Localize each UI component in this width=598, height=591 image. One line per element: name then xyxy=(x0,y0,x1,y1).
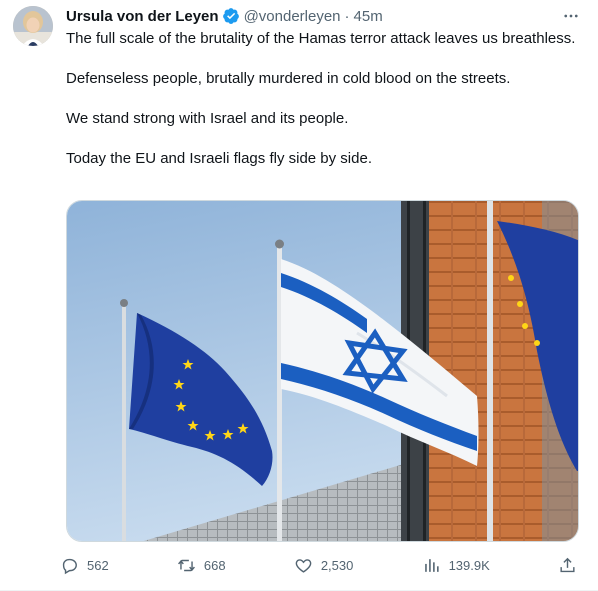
author-handle[interactable]: @vonderleyen xyxy=(244,8,341,25)
heart-icon xyxy=(295,558,312,573)
views-chart-icon xyxy=(424,558,439,572)
tweet-paragraph: We stand strong with Israel and its peop… xyxy=(66,110,349,127)
share-icon xyxy=(560,557,575,572)
tweet-photo[interactable] xyxy=(66,200,579,542)
verified-badge-icon xyxy=(222,7,240,25)
flags-photo xyxy=(67,201,578,541)
timestamp[interactable]: 45m xyxy=(354,8,383,25)
tweet-actions: 562 668 2,530 139.9K xyxy=(60,553,585,577)
views-count: 139.9K xyxy=(448,557,490,573)
reply-button[interactable]: 562 xyxy=(60,556,109,575)
like-count: 2,530 xyxy=(320,557,354,573)
reply-count: 562 xyxy=(87,557,109,573)
author-name[interactable]: Ursula von der Leyen xyxy=(66,8,219,25)
avatar[interactable] xyxy=(13,6,53,46)
tweet-paragraph: Defenseless people, brutally murdered in… xyxy=(66,70,511,87)
tweet-paragraph: Today the EU and Israeli flags fly side … xyxy=(66,150,372,167)
tweet-paragraph: The full scale of the brutality of the H… xyxy=(66,30,576,47)
avatar-image xyxy=(13,6,53,46)
separator-dot: · xyxy=(344,7,350,25)
views-button[interactable]: 139.9K xyxy=(422,556,490,575)
like-button[interactable]: 2,530 xyxy=(294,556,354,575)
reply-icon xyxy=(62,558,77,574)
tweet-header: Ursula von der Leyen @vonderleyen · 45m xyxy=(66,6,578,26)
tweet-card[interactable]: Ursula von der Leyen @vonderleyen · 45m … xyxy=(0,0,598,591)
retweet-button[interactable]: 668 xyxy=(177,556,226,575)
retweet-icon xyxy=(177,559,195,571)
share-button[interactable] xyxy=(558,556,585,575)
more-options-icon[interactable] xyxy=(560,6,582,26)
tweet-text: The full scale of the brutality of the H… xyxy=(66,29,581,169)
retweet-count: 668 xyxy=(203,557,226,573)
